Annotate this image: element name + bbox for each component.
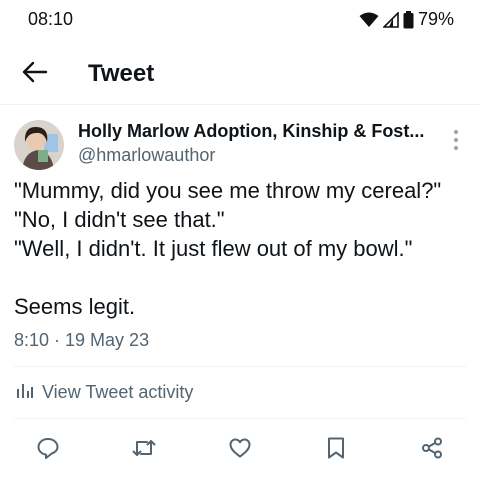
dot: [454, 138, 458, 142]
back-button[interactable]: [18, 58, 52, 90]
tweet-text: "Mummy, did you see me throw my cereal?"…: [14, 176, 470, 321]
status-icons: 79%: [359, 9, 454, 30]
activity-divider: [14, 418, 466, 419]
dot: [454, 146, 458, 150]
reply-button[interactable]: [28, 430, 68, 470]
page-title: Tweet: [88, 60, 155, 87]
more-options-button[interactable]: [446, 128, 466, 152]
battery-percentage: 79%: [417, 9, 454, 29]
tweet-text-line: "Well, I didn't. It just flew out of my …: [14, 236, 413, 261]
bookmark-icon: [325, 436, 347, 465]
timestamp-divider: [14, 366, 466, 367]
bookmark-button[interactable]: [316, 430, 356, 470]
arrow-left-icon: [22, 61, 48, 88]
bar-chart-icon: [16, 382, 34, 403]
retweet-button[interactable]: [124, 430, 164, 470]
tweet-action-bar: [0, 430, 480, 470]
header-divider: [0, 104, 480, 105]
share-icon: [420, 436, 444, 465]
view-tweet-activity-link[interactable]: View Tweet activity: [16, 382, 193, 403]
dot: [454, 130, 458, 134]
reply-icon: [36, 436, 60, 465]
cellular-signal-icon: [382, 11, 399, 28]
view-tweet-activity-label: View Tweet activity: [42, 382, 194, 402]
like-button[interactable]: [220, 430, 260, 470]
share-button[interactable]: [412, 430, 452, 470]
status-time: 08:10: [28, 9, 74, 29]
tweet-text-line: "Mummy, did you see me throw my cereal?": [14, 178, 442, 203]
author-handle[interactable]: @hmarlowauthor: [78, 145, 215, 166]
tweet-text-line: "No, I didn't see that.": [14, 207, 225, 232]
top-app-bar: Tweet: [0, 48, 480, 100]
avatar[interactable]: [14, 120, 64, 170]
retweet-icon: [131, 436, 157, 465]
tweet-text-line: Seems legit.: [14, 294, 136, 319]
battery-icon: [403, 10, 414, 29]
author-name[interactable]: Holly Marlow Adoption, Kinship & Fost...: [78, 121, 433, 142]
wifi-icon: [359, 12, 379, 28]
tweet-timestamp[interactable]: 8:10 · 19 May 23: [14, 330, 149, 351]
status-bar: 08:10 79%: [0, 0, 480, 38]
like-icon: [228, 436, 252, 465]
